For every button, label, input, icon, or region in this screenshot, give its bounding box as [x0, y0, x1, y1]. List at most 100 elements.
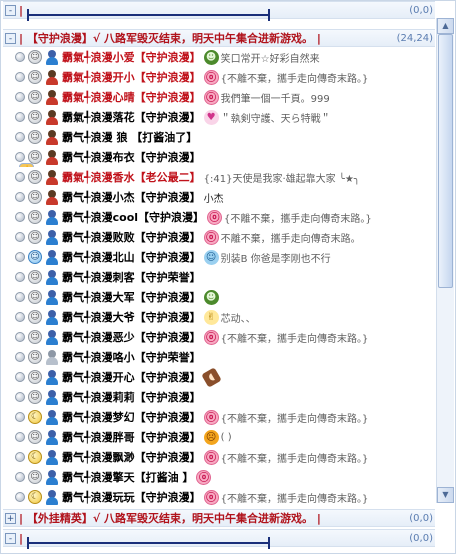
expand-toggle[interactable]: -: [5, 4, 16, 16]
user-avatar-icon[interactable]: [45, 269, 59, 285]
user-avatar-icon[interactable]: [45, 409, 59, 425]
choc-emoticon-icon: ◖: [200, 367, 222, 387]
user-avatar-icon[interactable]: [45, 389, 59, 405]
user-avatar-icon[interactable]: [45, 129, 59, 145]
member-name: 霸气╃浪漫 狼 【打酱油了】: [62, 131, 198, 144]
user-avatar-icon[interactable]: [45, 309, 59, 325]
member-row[interactable]: ☺ 霸气╃浪漫败败【守护浪漫】 ⓞ 不離不棄，攜手走向傳奇末路。: [15, 227, 435, 247]
status-dot-icon: [15, 432, 25, 442]
green-emoticon-icon: ☻: [203, 49, 219, 65]
user-avatar-icon[interactable]: [45, 249, 59, 265]
group-header-bottom[interactable]: - | (0,0): [3, 529, 435, 547]
user-avatar-icon[interactable]: [45, 169, 59, 185]
member-row[interactable]: ☺ 霸氣╃浪漫小爱【守护浪漫】 ☻ 笑口常开☆好彩自然来: [15, 47, 435, 67]
member-signature: ( ): [220, 431, 232, 443]
smiley-face-icon: ☺: [28, 470, 42, 484]
user-avatar-icon[interactable]: [45, 189, 59, 205]
member-row[interactable]: ☺ 霸氣╃浪漫开小【守护浪漫】 ⓞ {不離不棄，攜手走向傳奇末路。}: [15, 67, 435, 87]
user-avatar-icon[interactable]: [45, 489, 59, 505]
member-row[interactable]: ☺ 霸气╃浪漫小杰【守护浪漫】 小杰: [15, 187, 435, 207]
status-dot-icon: [15, 92, 25, 102]
smiley-face-icon: ☺: [28, 430, 42, 444]
member-row[interactable]: ☺霸气╃浪漫布衣【守护浪漫】👍: [15, 147, 435, 167]
user-avatar-icon[interactable]: [45, 109, 59, 125]
status-dot-icon: [15, 412, 25, 422]
member-name: 霸气╃浪漫刺客【守护荣誉】: [62, 271, 201, 284]
member-row[interactable]: ☾ 霸气╃浪漫梦幻【守护浪漫】 ⓞ {不離不棄，攜手走向傳奇末路。}: [15, 407, 435, 427]
status-dot-icon: [15, 492, 25, 502]
member-row[interactable]: ☺ 霸氣╃浪漫落花【守护浪漫】 ♥ ＂執剣守護、天ら特戰＂: [15, 107, 435, 127]
member-row[interactable]: ☺ 霸气╃浪漫北山【守护浪漫】 ☺ 别装B 你爸是李刚也不行: [15, 247, 435, 267]
member-row[interactable]: ☺ 霸气╃浪漫开心【守护浪漫】 ◖: [15, 367, 435, 387]
status-dot-icon: [15, 132, 25, 142]
user-avatar-icon[interactable]: [45, 349, 59, 365]
pink-emoticon-icon: ⓞ: [203, 89, 219, 105]
member-row[interactable]: ☺ 霸气╃浪漫咯小【守护荣誉】: [15, 347, 435, 367]
member-row[interactable]: ☺ 霸氣╃浪漫心晴【守护浪漫】 ⓞ 我們筆一個一千頁。999: [15, 87, 435, 107]
status-dot-icon: [15, 52, 25, 62]
group-header-waigua-jingying[interactable]: + | 【外挂精英】√ 八路军毁灭结束，明天中午集合进新游戏。 | (0,0): [3, 509, 435, 527]
status-dot-icon: [15, 232, 25, 242]
pink-emoticon-icon: ⓞ: [207, 209, 223, 225]
member-name: 霸气╃浪漫恶少【守护浪漫】: [62, 331, 201, 344]
scroll-up-button[interactable]: ▲: [437, 18, 454, 34]
member-row[interactable]: ☺ 霸气╃浪漫大军【守护浪漫】 ☻: [15, 287, 435, 307]
group-header-shouhu-langman[interactable]: - | 【守护浪漫】√ 八路军毁灭结束，明天中午集合进新游戏。 | (24,24…: [3, 29, 435, 47]
member-row[interactable]: ☺ 霸气╃浪漫擎天【打酱油 】 ⓞ: [15, 467, 435, 487]
smiley-face-icon: ☺: [28, 170, 42, 184]
green-emoticon-icon: ☻: [203, 289, 219, 305]
group-title: | 【外挂精英】√ 八路军毁灭结束，明天中午集合进新游戏。 |: [19, 512, 321, 525]
member-name: 霸气╃浪漫布衣【守护浪漫】: [62, 151, 201, 164]
smiley-face-icon: ☺: [28, 210, 42, 224]
group-header-partial[interactable]: - | (0,0): [3, 1, 435, 19]
scroll-thumb[interactable]: [438, 34, 453, 288]
user-avatar-icon[interactable]: [45, 429, 59, 445]
collapse-toggle[interactable]: -: [5, 32, 16, 44]
moon-face-icon: ☾: [28, 490, 42, 504]
status-dot-icon: [15, 212, 25, 222]
member-name: 霸气╃浪漫败败【守护浪漫】: [62, 231, 201, 244]
user-avatar-icon[interactable]: [45, 329, 59, 345]
user-avatar-icon[interactable]: [45, 289, 59, 305]
pink-emoticon-icon: ⓞ: [203, 69, 219, 85]
status-dot-icon: [15, 332, 25, 342]
member-name: 霸气╃浪漫玩玩【守护浪漫】: [62, 491, 201, 504]
smiley-face-icon: ☺: [28, 250, 42, 264]
status-dot-icon: [15, 292, 25, 302]
user-avatar-icon[interactable]: [45, 229, 59, 245]
member-row[interactable]: ☾ 霸气╃浪漫玩玩【守护浪漫】 ⓞ {不離不棄，攜手走向傳奇末路。}: [15, 487, 435, 507]
scroll-down-button[interactable]: ▼: [437, 487, 454, 503]
member-name: 霸氣╃浪漫心晴【守护浪漫】: [62, 91, 201, 104]
moon-face-icon: ☾: [28, 450, 42, 464]
user-avatar-icon[interactable]: [45, 469, 59, 485]
member-name: 霸气╃浪漫飘渺【守护浪漫】: [62, 451, 201, 464]
status-dot-icon: [15, 392, 25, 402]
member-signature: {不離不棄，攜手走向傳奇末路。}: [220, 493, 369, 505]
collapse-toggle[interactable]: -: [5, 532, 16, 544]
member-row[interactable]: ☺ 霸氣╃浪漫香水【老公最二】 {:41}天使是我家·雄起靠大家 ╰★╮: [15, 167, 435, 187]
user-avatar-icon[interactable]: [45, 209, 59, 225]
member-name: 霸气╃浪漫cool【守护浪漫】: [62, 211, 205, 224]
user-avatar-icon[interactable]: [45, 369, 59, 385]
member-row[interactable]: ☺ 霸气╃浪漫刺客【守护荣誉】: [15, 267, 435, 287]
group-count: (0,0): [409, 532, 433, 544]
member-row[interactable]: ☺ 霸气╃浪漫胖哥【守护浪漫】 ☹( ): [15, 427, 435, 447]
user-avatar-icon[interactable]: [45, 149, 59, 165]
user-avatar-icon[interactable]: [45, 49, 59, 65]
expand-toggle[interactable]: +: [5, 512, 16, 524]
divider-mark: |: [19, 3, 24, 17]
member-name: 霸氣╃浪漫开小【守护浪漫】: [62, 71, 201, 84]
group-count: (0,0): [409, 4, 433, 16]
member-row[interactable]: ☺ 霸气╃浪漫恶少【守护浪漫】 ⓞ {不離不棄，攜手走向傳奇末路。}: [15, 327, 435, 347]
user-avatar-icon[interactable]: [45, 69, 59, 85]
member-row[interactable]: ☺ 霸气╃浪漫cool【守护浪漫】 ⓞ {不離不棄，攜手走向傳奇末路。}: [15, 207, 435, 227]
user-avatar-icon[interactable]: [45, 449, 59, 465]
user-avatar-icon[interactable]: [45, 89, 59, 105]
member-name: 霸气╃浪漫小杰【守护浪漫】: [62, 191, 201, 204]
member-row[interactable]: ☺ 霸气╃浪漫莉莉【守护浪漫】: [15, 387, 435, 407]
member-name: 霸氣╃浪漫小爱【守护浪漫】: [62, 51, 201, 64]
member-row[interactable]: ☺ 霸气╃浪漫 狼 【打酱油了】: [15, 127, 435, 147]
vertical-scrollbar[interactable]: ▲ ▼: [436, 18, 454, 503]
member-row[interactable]: ☾ 霸气╃浪漫飘渺【守护浪漫】 ⓞ {不離不棄，攜手走向傳奇末路。}: [15, 447, 435, 467]
member-row[interactable]: ☺ 霸气╃浪漫大爷【守护浪漫】 ✌ 芯动、、: [15, 307, 435, 327]
